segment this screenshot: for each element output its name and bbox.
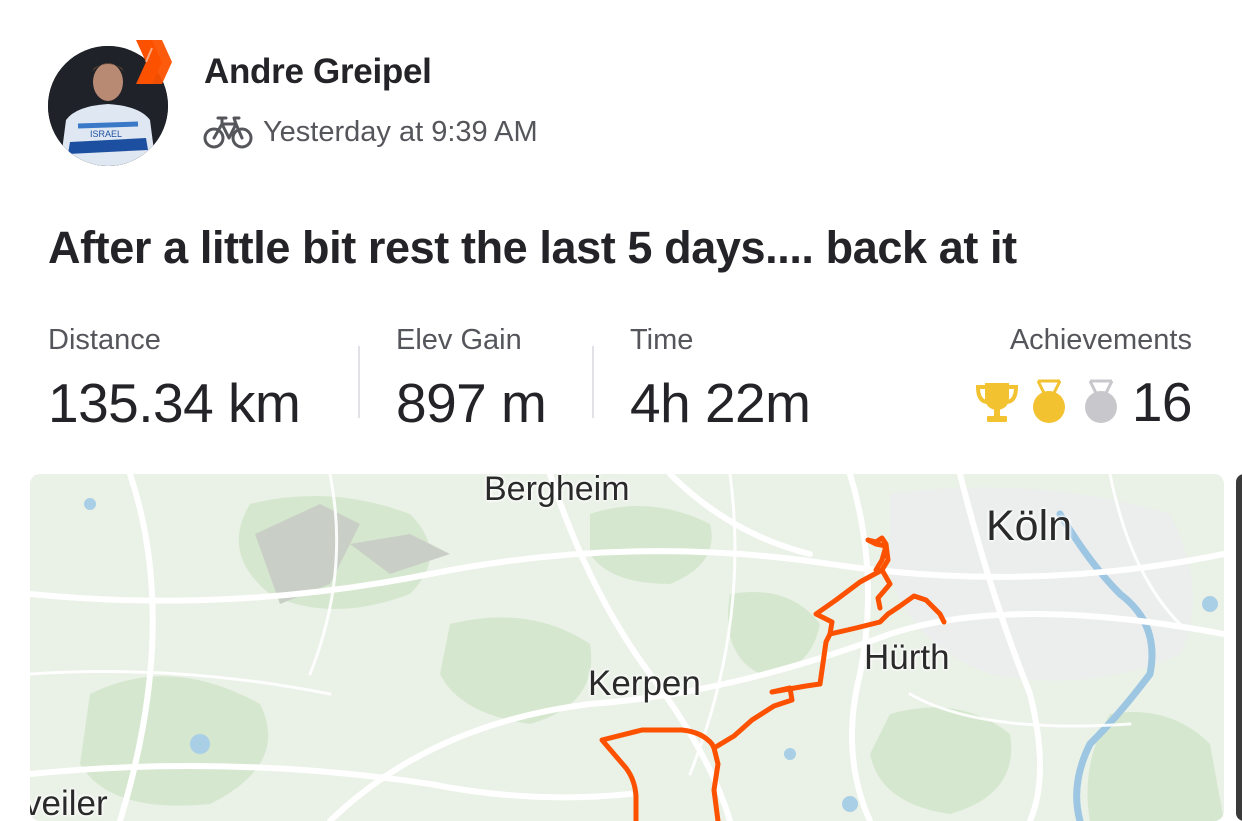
stat-divider [592,346,594,418]
stat-elev-gain: Elev Gain 897 m [396,324,547,435]
gold-medal-icon [1032,379,1065,423]
trophy-icon [975,383,1018,422]
stat-time: Time 4h 22m [630,324,811,435]
map-place-label: Hürth [864,638,950,677]
achievements-count: 16 [1131,371,1193,433]
achievements-row: 16 [968,371,1193,433]
stat-value: 4h 22m [630,372,811,434]
map-place-label: Bergheim [484,474,630,508]
athlete-name[interactable]: Andre Greipel [204,52,432,92]
activity-title[interactable]: After a little bit rest the last 5 days.… [48,222,1017,274]
activity-meta: Yesterday at 9:39 AM [203,114,538,150]
stat-value: 135.34 km [48,372,301,434]
bicycle-icon [203,116,253,149]
achievements-label: Achievements [1009,324,1192,356]
next-map-card-edge[interactable] [1236,474,1242,821]
stat-label: Distance [48,324,161,356]
svg-text:ISRAEL: ISRAEL [90,129,122,139]
stat-label: Time [630,324,694,356]
silver-medal-icon [1084,379,1117,423]
stat-divider [358,346,360,418]
activity-timestamp: Yesterday at 9:39 AM [263,115,538,148]
map-place-label: Köln [986,502,1073,550]
stat-achievements[interactable]: Achievements 16 [968,324,1193,433]
map-place-label: veiler [30,784,108,821]
map-place-label: Kerpen [588,664,701,703]
stat-distance: Distance 135.34 km [48,324,301,435]
stat-value: 897 m [396,372,547,434]
stat-label: Elev Gain [396,324,522,356]
subscriber-chevron-icon [136,40,172,84]
activity-map[interactable]: Bergheim Köln Kerpen Hürth veiler [30,474,1224,821]
